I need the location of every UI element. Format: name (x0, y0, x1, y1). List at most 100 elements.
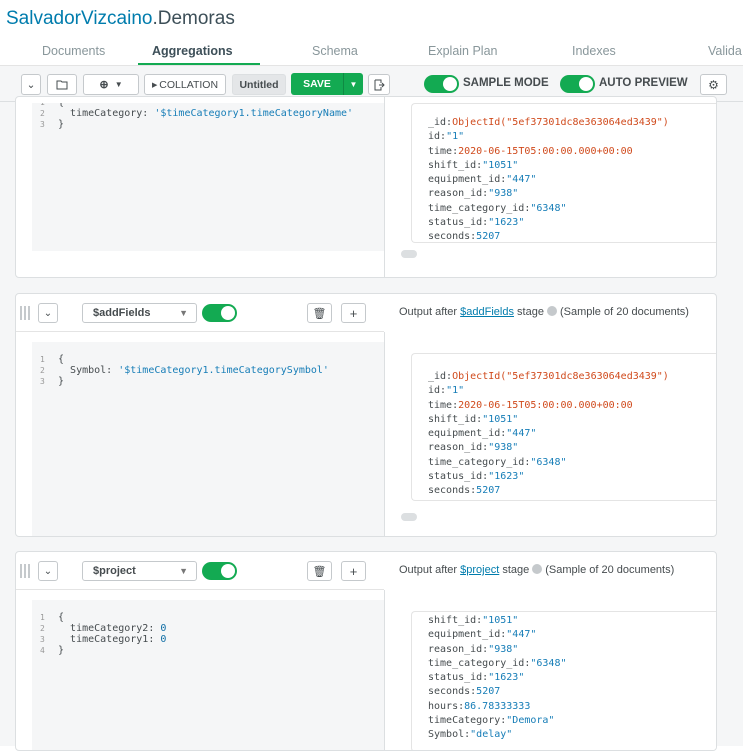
output-pager[interactable] (401, 513, 417, 521)
delete-stage-button[interactable]: 🗑 (307, 303, 332, 323)
settings-button[interactable]: ⚙ (700, 74, 727, 95)
field-value: "1051" (482, 615, 519, 626)
chevron-down-icon: ⌄ (43, 565, 53, 577)
line-number: 2 (40, 109, 45, 118)
sample-mode-label: SAMPLE MODE (463, 77, 549, 89)
document-field: status_id:"1623" (428, 671, 566, 685)
field-key: shift_id: (428, 159, 483, 171)
field-value: 5207 (476, 231, 501, 243)
code-line[interactable]: { (58, 354, 64, 365)
document-field: reason_id:"938" (428, 643, 566, 657)
tab-validation[interactable]: Valida (708, 44, 742, 58)
line-number: 1 (40, 613, 45, 622)
document-field: status_id:"1623" (428, 470, 669, 484)
sample-mode-toggle[interactable] (424, 75, 459, 93)
document-field: hours:86.78333333 (428, 700, 566, 714)
field-key: time_category_id: (428, 456, 531, 468)
code-line[interactable]: Symbol: '$timeCategory1.timeCategorySymb… (58, 365, 329, 376)
drag-handle-icon[interactable] (20, 306, 30, 320)
document-fields: _id:ObjectId("5ef37301dc8e363064ed3439")… (428, 116, 669, 243)
stage-editor[interactable]: 1 {2 timeCategory2: 0 3 timeCategory1: 0 4} (32, 600, 384, 750)
code-line[interactable]: } (58, 376, 64, 387)
collapse-stage-button[interactable]: ⌄ (38, 303, 58, 323)
tab-schema[interactable]: Schema (312, 44, 358, 58)
info-icon[interactable] (546, 306, 557, 316)
save-label: SAVE (303, 78, 331, 90)
field-value: 5207 (476, 485, 501, 497)
field-value: "1051" (482, 413, 519, 425)
stage-card: ⌄ $addFields ▼ 🗑 + Output after $addField… (15, 293, 717, 537)
code-line[interactable]: } (58, 119, 64, 130)
tab-indexes[interactable]: Indexes (572, 44, 616, 58)
trash-icon: 🗑 (312, 307, 327, 320)
code-key: timeCategory1: (70, 634, 161, 645)
operator-docs-link[interactable]: $addFields (460, 306, 514, 318)
stage-operator-select[interactable]: $addFields ▼ (82, 303, 197, 323)
operator-docs-link[interactable]: $project (460, 564, 499, 576)
stage-enabled-toggle[interactable] (202, 562, 237, 580)
field-key: seconds: (428, 686, 477, 698)
document-field: equipment_id:"447" (428, 628, 566, 642)
document-field: time_category_id:"6348" (428, 202, 669, 216)
stage-enabled-toggle[interactable] (202, 304, 237, 322)
document-fields: _id:ObjectId("5ef37301dc8e363064ed3439")… (428, 370, 669, 499)
field-value: "1" (446, 131, 465, 143)
collapse-stage-button[interactable]: ⌄ (38, 561, 58, 581)
code-line[interactable]: } (58, 645, 64, 656)
add-stage-button[interactable]: + (341, 561, 366, 581)
field-value: 2020-06-15T05:00:00.000+00:00 (458, 145, 633, 157)
document-field: timeCategory:"Demora" (428, 714, 566, 728)
tab-documents[interactable]: Documents (42, 44, 105, 58)
output-pager[interactable] (401, 250, 417, 258)
collection-tabs: Documents Aggregations Schema Explain Pl… (0, 36, 743, 66)
field-key: reason_id: (428, 442, 489, 454)
code-brace: } (58, 376, 65, 387)
document-field: equipment_id:"447" (428, 173, 669, 187)
sample-count: (Sample of 20 documents) (545, 564, 675, 576)
collation-button[interactable]: ▶ COLLATION (144, 74, 226, 95)
pipeline-name[interactable]: Untitled (232, 74, 286, 95)
document-field: shift_id:"1051" (428, 614, 566, 628)
add-stage-button[interactable]: + (341, 303, 366, 323)
code-line[interactable]: timeCategory2: 0 (58, 623, 166, 634)
info-icon[interactable] (532, 564, 543, 574)
auto-preview-toggle[interactable] (560, 75, 595, 93)
stage-editor[interactable]: 1 {2 Symbol: '$timeCategory1.timeCategory… (32, 342, 384, 536)
field-value: "1623" (488, 471, 525, 483)
save-button[interactable]: SAVE ▼ (291, 73, 363, 95)
drag-handle-icon[interactable] (20, 564, 30, 578)
line-number: 4 (40, 646, 45, 655)
stage-divider (384, 332, 385, 536)
database-name[interactable]: SalvadorVizcaino (6, 8, 152, 29)
document-field: equipment_id:"447" (428, 427, 669, 441)
field-value: "1623" (488, 217, 525, 229)
line-number: 3 (40, 120, 45, 129)
code-line[interactable]: timeCategory: '$timeCategory1.timeCatego… (58, 108, 353, 119)
document-fields: shift_id:"1051" equipment_id:"447" reason_… (428, 614, 566, 743)
document-field: reason_id:"938" (428, 441, 669, 455)
pipeline-stages[interactable]: 1 {2 timeCategory: '$timeCategory1.timeCa… (0, 96, 743, 751)
tab-explain-plan[interactable]: Explain Plan (428, 44, 498, 58)
code-line[interactable]: timeCategory1: 0 (58, 634, 166, 645)
document-field: Symbol:"delay" (428, 728, 566, 742)
add-pipeline-button[interactable]: ⊕ ▼ (83, 74, 139, 95)
field-key: seconds: (428, 231, 477, 243)
stage-operator-select[interactable]: $project ▼ (82, 561, 197, 581)
field-value: "447" (506, 428, 537, 440)
field-value: "6348" (530, 456, 567, 468)
export-button[interactable] (368, 74, 390, 95)
field-key: shift_id: (428, 413, 483, 425)
document-field: id:"1" (428, 130, 669, 144)
code-line[interactable]: { (58, 612, 64, 623)
field-key: equipment_id: (428, 428, 507, 440)
stage-editor[interactable]: 1{2 timeCategory: '$timeCategory1.timeCa… (32, 103, 384, 251)
tab-aggregations[interactable]: Aggregations (152, 44, 233, 58)
chevron-down-icon[interactable]: ▼ (343, 73, 363, 95)
document-field: time_category_id:"6348" (428, 456, 669, 470)
collapse-button[interactable]: ⌄ (21, 74, 41, 95)
field-key: timeCategory: (428, 715, 507, 727)
open-pipeline-button[interactable] (47, 74, 77, 95)
field-value: "1" (446, 385, 465, 397)
field-key: id: (428, 131, 447, 143)
delete-stage-button[interactable]: 🗑 (307, 561, 332, 581)
